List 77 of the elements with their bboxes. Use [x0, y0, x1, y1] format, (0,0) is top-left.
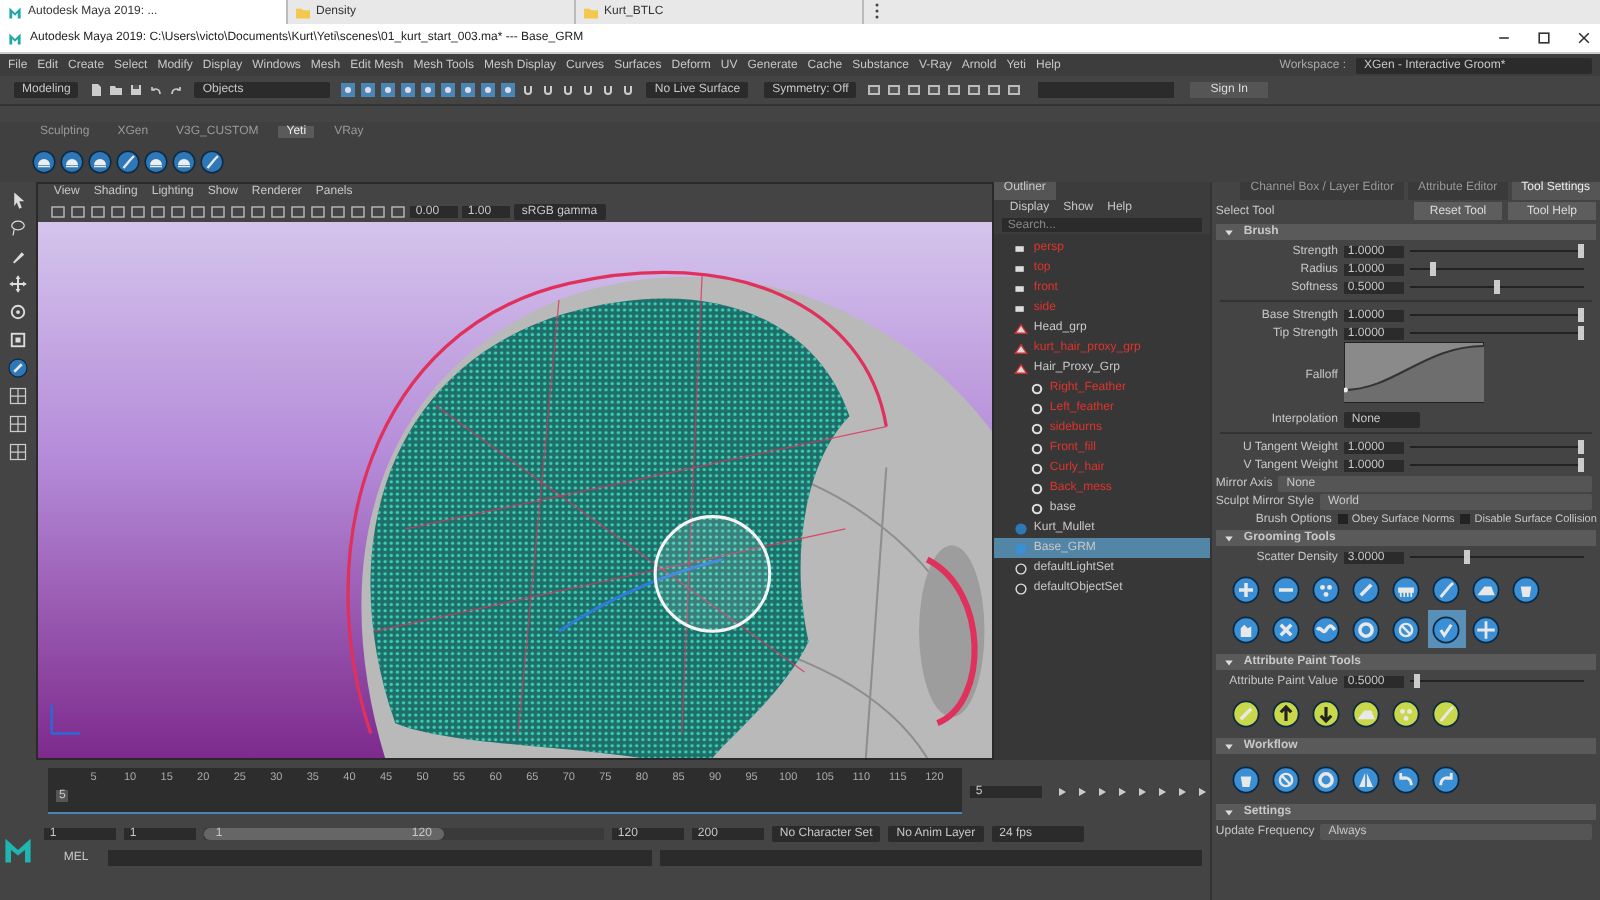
axis-icon	[50, 703, 82, 735]
logo-icon	[3, 836, 32, 864]
wave-icon	[1312, 615, 1341, 643]
move-tool-icon[interactable]	[7, 274, 28, 294]
selection-mask-icon[interactable]	[440, 82, 457, 98]
brush-cursor-icon	[653, 515, 772, 633]
bucket-icon	[1232, 765, 1261, 793]
document-icon[interactable]	[88, 82, 105, 98]
layout-icon[interactable]	[7, 414, 28, 434]
undo-icon[interactable]	[148, 82, 165, 98]
dome-icon[interactable]	[144, 149, 168, 173]
dots-icon	[1392, 699, 1421, 727]
no-entry-icon	[1272, 765, 1301, 793]
slider-handle[interactable]	[1578, 440, 1584, 454]
command-field[interactable]	[108, 849, 652, 865]
yeti-icon	[1013, 521, 1028, 535]
arrow-up-icon	[1272, 699, 1301, 727]
groom-icon	[1013, 541, 1028, 555]
close-icon[interactable]	[1576, 30, 1592, 46]
minus-icon	[1272, 575, 1301, 603]
undo-icon	[1392, 765, 1421, 793]
slider-handle[interactable]	[1578, 244, 1584, 258]
lasso-tool-icon[interactable]	[7, 218, 28, 238]
selection-mask-icon[interactable]	[500, 82, 517, 98]
input-field[interactable]	[1038, 82, 1175, 98]
check-icon	[1432, 615, 1461, 643]
selection-mask-icon[interactable]	[400, 82, 417, 98]
ring-icon	[1312, 765, 1341, 793]
selection-mask-icon[interactable]	[460, 82, 477, 98]
arrow-down-icon	[1312, 699, 1341, 727]
caret-icon	[1223, 533, 1234, 543]
slider-handle[interactable]	[1413, 674, 1420, 688]
caret-icon	[1223, 807, 1234, 817]
dome-icon[interactable]	[32, 149, 56, 173]
caret-icon	[1223, 741, 1234, 751]
ring-icon	[1352, 615, 1381, 643]
selection-mask-icon[interactable]	[380, 82, 397, 98]
slash-icon	[1232, 699, 1261, 727]
bucket-icon	[1512, 575, 1541, 603]
slider-handle[interactable]	[1578, 308, 1584, 322]
selection-mask-icon[interactable]	[340, 82, 357, 98]
plus-icon	[1232, 575, 1261, 603]
slider-handle[interactable]	[1493, 280, 1500, 294]
logo-icon	[8, 31, 22, 45]
dome-icon[interactable]	[88, 149, 112, 173]
layout-icon[interactable]	[7, 386, 28, 406]
mirror-icon	[1352, 765, 1381, 793]
save-icon[interactable]	[128, 82, 145, 98]
maximize-icon[interactable]	[1536, 30, 1552, 46]
dome-icon[interactable]	[60, 149, 84, 173]
redo-icon[interactable]	[168, 82, 185, 98]
redo-icon	[1432, 765, 1461, 793]
dots-icon	[1312, 575, 1341, 603]
selection-mask-icon[interactable]	[480, 82, 497, 98]
slider-handle[interactable]	[1578, 326, 1584, 340]
folder-icon[interactable]	[108, 82, 125, 98]
caret-icon	[1223, 657, 1234, 667]
cross-icon	[1272, 615, 1301, 643]
more-icon[interactable]	[874, 2, 880, 20]
caret-icon	[1223, 227, 1234, 237]
slash-icon[interactable]	[7, 358, 28, 378]
slider-handle[interactable]	[1578, 458, 1584, 472]
slider-handle[interactable]	[1430, 262, 1436, 276]
folder-icon	[584, 5, 598, 19]
rotate-tool-icon[interactable]	[7, 302, 28, 322]
slider-handle[interactable]	[1463, 550, 1470, 564]
tool-icon-button[interactable]	[1427, 610, 1466, 648]
comb-icon	[1392, 575, 1421, 603]
scale-tool-icon[interactable]	[7, 330, 28, 350]
selection-mask-icon[interactable]	[360, 82, 377, 98]
dome-icon[interactable]	[172, 149, 196, 173]
selection-mask-icon[interactable]	[420, 82, 437, 98]
logo-icon	[8, 5, 22, 19]
layout-icon[interactable]	[7, 442, 28, 462]
no-entry-icon	[1392, 615, 1421, 643]
folder-icon	[296, 5, 310, 19]
slash-icon	[1352, 575, 1381, 603]
